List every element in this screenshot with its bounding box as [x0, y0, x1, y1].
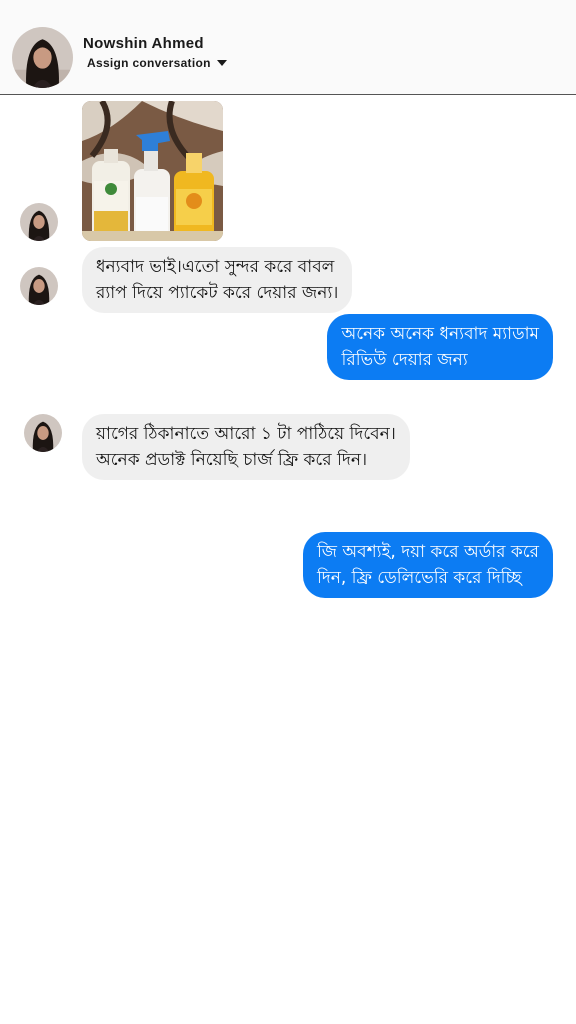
assign-conversation-dropdown[interactable]: Assign conversation [87, 55, 227, 71]
outgoing-message-bubble[interactable]: অনেক অনেক ধন্যবাদ ম্যাডাম রিভিউ দেয়ার জ… [327, 314, 553, 380]
sender-avatar-image [20, 203, 58, 241]
message-text-line: য়াগের ঠিকানাতে আরো ১ টা পাঠিয়ে দিবেন। [96, 424, 396, 444]
contact-avatar-image [12, 27, 73, 88]
message-text-line: জি অবশ্যই, দয়া করে অর্ডার করে [316, 542, 539, 562]
message-text-line: র‍্যাপ দিয়ে প্যাকেট করে দেয়ার জন্য। [96, 283, 339, 303]
conversation-header: Nowshin Ahmed Assign conversation [0, 0, 576, 95]
assign-conversation-label: Assign conversation [87, 56, 211, 70]
sender-avatar-image [24, 414, 62, 452]
caret-down-icon [216, 60, 227, 66]
incoming-message-bubble[interactable]: য়াগের ঠিকানাতে আরো ১ টা পাঠিয়ে দিবেন। … [82, 414, 410, 480]
product-photo-image [82, 101, 223, 241]
message-text-line: অনেক অনেক ধন্যবাদ ম্যাডাম [341, 324, 539, 344]
sender-avatar[interactable] [20, 267, 58, 305]
message-text-line: রিভিউ দেয়ার জন্য [341, 350, 468, 370]
incoming-message-bubble[interactable]: ধন্যবাদ ভাই।এতো সুন্দর করে বাবল র‍্যাপ দ… [82, 247, 353, 313]
outgoing-message-bubble[interactable]: জি অবশ্যই, দয়া করে অর্ডার করে দিন, ফ্রি… [302, 532, 553, 598]
contact-avatar[interactable] [12, 27, 73, 88]
sender-avatar-image [20, 267, 58, 305]
contact-name: Nowshin Ahmed [83, 35, 204, 52]
message-text-line: ধন্যবাদ ভাই।এতো সুন্দর করে বাবল [96, 257, 335, 277]
sender-avatar[interactable] [20, 203, 58, 241]
message-photo[interactable] [82, 101, 223, 241]
message-text-line: অনেক প্রডাক্ট নিয়েছি চার্জ ফ্রি করে দিন… [96, 450, 368, 470]
message-text-line: দিন, ফ্রি ডেলিভেরি করে দিচ্ছি [316, 568, 522, 588]
sender-avatar[interactable] [24, 414, 62, 452]
chat-screen: Nowshin Ahmed Assign conversation ধন্যবা… [0, 0, 576, 1024]
